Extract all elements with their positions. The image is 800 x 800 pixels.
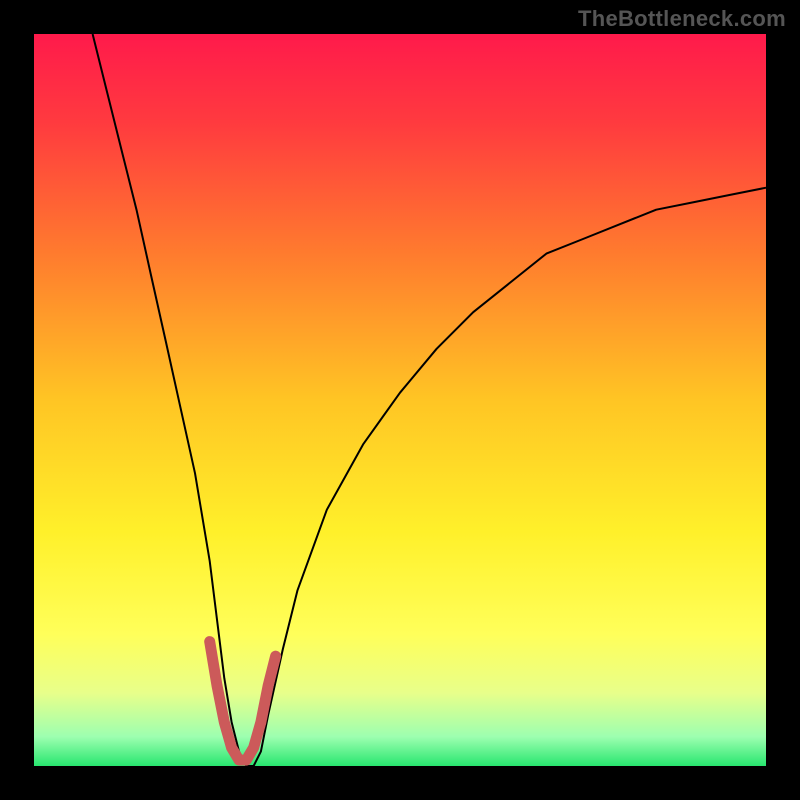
plot-background (34, 34, 766, 766)
chart-svg (0, 0, 800, 800)
chart-container: TheBottleneck.com (0, 0, 800, 800)
watermark-label: TheBottleneck.com (578, 6, 786, 32)
